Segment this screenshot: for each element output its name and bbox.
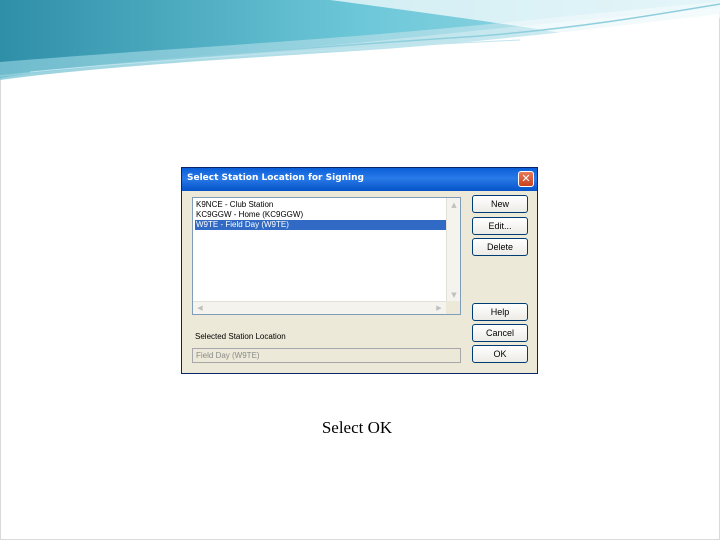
scroll-down-arrow-icon[interactable]: ▼ (448, 289, 460, 301)
list-item-k9nce[interactable]: K9NCE - Club Station (195, 200, 447, 210)
list-item-w9te[interactable]: W9TE - Field Day (W9TE) (195, 220, 447, 230)
dialog-titlebar[interactable]: Select Station Location for Signing ✕ (182, 168, 537, 191)
slide-caption: Select OK (321, 418, 393, 437)
selected-location-field: Field Day (W9TE) (192, 348, 461, 363)
close-icon[interactable]: ✕ (518, 171, 534, 187)
station-location-listbox[interactable]: K9NCE - Club Station KC9GGW - Home (KC9G… (192, 197, 461, 315)
horizontal-scrollbar[interactable]: ◀ ▶ (193, 301, 446, 314)
help-button[interactable]: Help (472, 303, 528, 321)
dialog-title: Select Station Location for Signing (187, 173, 364, 183)
vertical-scrollbar[interactable]: ▲ ▼ (446, 198, 460, 302)
delete-button[interactable]: Delete (472, 238, 528, 256)
ok-button[interactable]: OK (472, 345, 528, 363)
cancel-button[interactable]: Cancel (472, 324, 528, 342)
edit-button[interactable]: Edit... (472, 217, 528, 235)
scroll-up-arrow-icon[interactable]: ▲ (448, 199, 460, 211)
new-button[interactable]: New (472, 195, 528, 213)
scrollbar-corner (446, 301, 460, 314)
scroll-right-arrow-icon[interactable]: ▶ (433, 302, 445, 314)
list-item-kc9ggw[interactable]: KC9GGW - Home (KC9GGW) (195, 210, 447, 220)
header-swoosh-decoration (0, 0, 720, 80)
scroll-left-arrow-icon[interactable]: ◀ (194, 302, 206, 314)
select-station-dialog: Select Station Location for Signing ✕ K9… (181, 167, 538, 374)
selected-location-label: Selected Station Location (195, 332, 286, 341)
